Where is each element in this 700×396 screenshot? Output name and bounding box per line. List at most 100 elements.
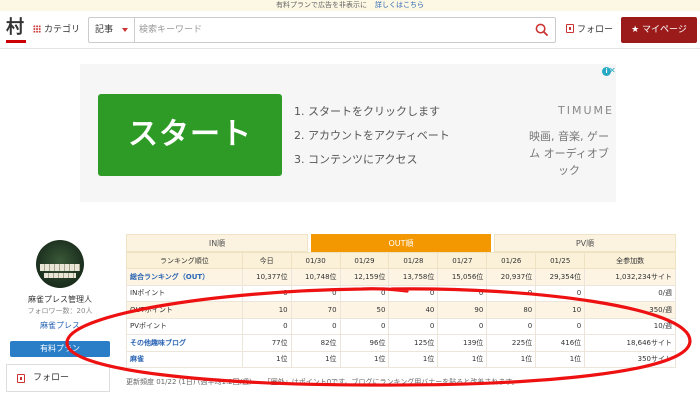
table-header-row: ランキング順位 今日 01/30 01/29 01/28 01/27 01/26 01/25 全… bbox=[126, 252, 676, 269]
table-cell: 350サイト bbox=[584, 350, 676, 368]
header-follow-button[interactable]: フォロー bbox=[566, 23, 613, 37]
promo-link[interactable]: 詳しくはこちら bbox=[375, 1, 424, 9]
column-header: 01/27 bbox=[437, 252, 488, 269]
search-input[interactable] bbox=[139, 20, 519, 40]
table-cell: 350/週 bbox=[584, 301, 676, 319]
table-cell: 10 bbox=[535, 301, 586, 319]
table-cell: 90 bbox=[437, 301, 488, 319]
table-cell: 80 bbox=[486, 301, 537, 319]
table-cell: 40 bbox=[388, 301, 439, 319]
header-divider bbox=[0, 48, 700, 49]
follow-icon bbox=[17, 374, 25, 383]
table-cell: 13,758位 bbox=[388, 268, 439, 286]
table-cell: 0 bbox=[535, 317, 586, 335]
table-cell: 1位 bbox=[486, 350, 537, 368]
row-label: PVポイント bbox=[126, 317, 243, 335]
search-type-select[interactable]: 記事 bbox=[89, 18, 135, 42]
column-header: 01/29 bbox=[339, 252, 390, 269]
table-row: その他趣味ブログ 77位 82位 96位 125位 139位 225位 416位 18,646サ… bbox=[126, 334, 676, 352]
column-header-rank: ランキング順位 bbox=[126, 252, 243, 269]
table-row: INポイント 0 0 0 0 0 0 0 0/週 bbox=[126, 284, 676, 302]
table-cell: 96位 bbox=[339, 334, 390, 352]
column-header: 全参加数 bbox=[584, 252, 676, 269]
table-cell: 1,032,234サイト bbox=[584, 268, 676, 286]
table-cell: 1位 bbox=[388, 350, 439, 368]
table-cell: 50 bbox=[339, 301, 390, 319]
ad-step: 3. コンテンツにアクセス bbox=[294, 153, 418, 166]
table-cell: 18,646サイト bbox=[584, 334, 676, 352]
table-body: 総合ランキング（OUT） 10,377位 10,748位 12,159位 13,758位… bbox=[126, 268, 676, 368]
ad-brand: TIMUME bbox=[558, 104, 614, 117]
ad-start-button[interactable]: スタート bbox=[98, 94, 282, 176]
table-row: 総合ランキング（OUT） 10,377位 10,748位 12,159位 13,758位… bbox=[126, 268, 676, 286]
profile-name[interactable]: 麻雀プレス管理人 bbox=[8, 294, 112, 305]
close-icon[interactable]: ✕ bbox=[609, 66, 617, 76]
table-row: 麻雀 1位 1位 1位 1位 1位 1位 1位 350サイト bbox=[126, 350, 676, 368]
table-cell: 10,377位 bbox=[241, 268, 292, 286]
column-header: 01/30 bbox=[290, 252, 341, 269]
table-cell: 10,748位 bbox=[290, 268, 341, 286]
table-cell: 15,056位 bbox=[437, 268, 488, 286]
table-cell: 1位 bbox=[290, 350, 341, 368]
table-cell: 10/週 bbox=[584, 317, 676, 335]
table-cell: 139位 bbox=[437, 334, 488, 352]
ad-banner[interactable]: i ✕ スタート 1. スタートをクリックします 2. アカウントをアクティベー… bbox=[80, 64, 616, 202]
table-cell: 0 bbox=[339, 284, 390, 302]
table-cell: 0 bbox=[437, 284, 488, 302]
table-cell: 0 bbox=[388, 284, 439, 302]
header: 村 カテゴリ 記事 フォロー ★ マイページ bbox=[0, 14, 700, 46]
table-cell: 0 bbox=[339, 317, 390, 335]
search-type-label: 記事 bbox=[95, 25, 114, 35]
update-frequency-text: 更新頻度 01/22 (1日) (週平均1.2回/週) bbox=[126, 378, 252, 386]
table-cell: 77位 bbox=[241, 334, 292, 352]
caret-down-icon bbox=[122, 28, 128, 32]
tab-in[interactable]: IN順 bbox=[126, 234, 308, 252]
table-cell: 0 bbox=[290, 317, 341, 335]
promo-bar: 有料プランで広告を非表示に 詳しくはこちら bbox=[0, 0, 700, 11]
tab-out[interactable]: OUT順 bbox=[311, 234, 491, 252]
table-cell: 1位 bbox=[535, 350, 586, 368]
search-bar: 記事 bbox=[88, 17, 556, 43]
follow-icon bbox=[566, 24, 574, 33]
row-label: INポイント bbox=[126, 284, 243, 302]
site-logo[interactable]: 村 bbox=[6, 17, 28, 39]
mypage-button[interactable]: ★ マイページ bbox=[621, 17, 697, 43]
tab-pv[interactable]: PV順 bbox=[494, 234, 676, 252]
ranking-tabs: IN順 OUT順 PV順 bbox=[126, 234, 676, 252]
table-cell: 82位 bbox=[290, 334, 341, 352]
update-frequency: 更新頻度 01/22 (1日) (週平均1.2回/週) 「圏外」はポイント0です。… bbox=[126, 377, 686, 387]
out-of-rank-note: 「圏外」はポイント0です。ブログにランキング用バナーを貼ると改善されます。 bbox=[263, 378, 519, 386]
table-cell: 1位 bbox=[339, 350, 390, 368]
ranking-table: ランキング順位 今日 01/30 01/29 01/28 01/27 01/26 01/25 全… bbox=[126, 252, 676, 368]
mypage-label: マイページ bbox=[642, 25, 687, 35]
avatar[interactable] bbox=[36, 240, 84, 288]
column-header: 01/25 bbox=[535, 252, 586, 269]
search-icon[interactable] bbox=[535, 23, 549, 37]
category-menu-button[interactable]: カテゴリ bbox=[33, 22, 80, 38]
table-cell: 0 bbox=[241, 317, 292, 335]
row-label[interactable]: その他趣味ブログ bbox=[126, 334, 243, 352]
table-cell: 0 bbox=[290, 284, 341, 302]
table-cell: 0 bbox=[241, 284, 292, 302]
column-header: 01/28 bbox=[388, 252, 439, 269]
table-cell: 70 bbox=[290, 301, 341, 319]
row-label[interactable]: 総合ランキング（OUT） bbox=[126, 268, 243, 286]
table-cell: 12,159位 bbox=[339, 268, 390, 286]
table-row: PVポイント 0 0 0 0 0 0 0 10/週 bbox=[126, 317, 676, 335]
logo-underline bbox=[6, 40, 26, 43]
column-header: 今日 bbox=[241, 252, 292, 269]
mahjong-tiles-image bbox=[44, 273, 76, 278]
table-cell: 0 bbox=[437, 317, 488, 335]
sidebar-follow-label: フォロー bbox=[33, 373, 70, 383]
column-header: 01/26 bbox=[486, 252, 537, 269]
table-cell: 10 bbox=[241, 301, 292, 319]
table-cell: 0 bbox=[486, 317, 537, 335]
ad-step: 1. スタートをクリックします bbox=[294, 105, 440, 118]
table-cell: 1位 bbox=[241, 350, 292, 368]
paid-plan-button[interactable]: 有料プラン bbox=[10, 341, 110, 357]
blog-link[interactable]: 麻雀プレス bbox=[8, 320, 112, 331]
row-label[interactable]: 麻雀 bbox=[126, 350, 243, 368]
sidebar-follow-button[interactable]: フォロー bbox=[6, 364, 110, 392]
ad-steps: 1. スタートをクリックします 2. アカウントをアクティベート 3. コンテン… bbox=[294, 100, 450, 172]
table-row: OUTポイント 10 70 50 40 90 80 10 350/週 bbox=[126, 301, 676, 319]
